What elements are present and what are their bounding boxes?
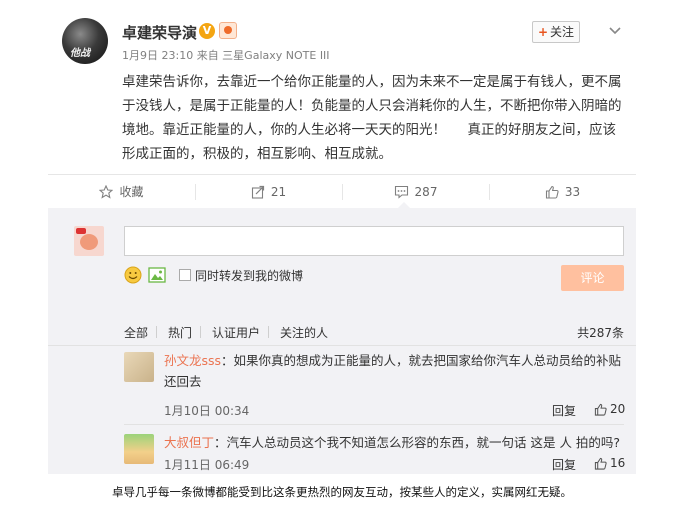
avatar-text: 他战	[70, 48, 90, 59]
chevron-down-icon[interactable]	[608, 24, 622, 38]
commenter-name[interactable]: 孙文龙sss	[164, 353, 221, 368]
commenter-name[interactable]: 大叔但丁	[164, 435, 214, 450]
share-icon	[251, 185, 264, 199]
repost-button[interactable]: 21	[195, 175, 342, 208]
plus-icon: +	[537, 25, 549, 39]
verified-badge-icon[interactable]: V	[199, 23, 215, 39]
author-name[interactable]: 卓建荣导演	[122, 22, 197, 43]
weibo-post-card: 他战 卓建荣导演 V 1月9日 23:10 来自 三星Galaxy NOTE I…	[48, 8, 636, 474]
commenter-avatar[interactable]	[124, 434, 154, 464]
post-text: 卓建荣告诉你，去靠近一个给你正能量的人，因为未来不一定是属于有钱人，更不属于没钱…	[122, 74, 622, 162]
comment-text: 大叔但丁：汽车人总动员这个我不知道怎么形容的东西，就一句话 这是 人 拍的吗?	[164, 432, 624, 453]
repost-checkbox-label: 同时转发到我的微博	[195, 269, 304, 283]
comment-section: 同时转发到我的微博 评论 全部 热门 认证用户 关注的人 共287条 孙文龙ss…	[48, 202, 636, 474]
comment-icon	[394, 185, 408, 199]
thumbs-up-icon	[594, 457, 607, 470]
reply-button[interactable]: 回复	[552, 402, 576, 419]
comment-like-count: 20	[610, 402, 626, 416]
emoji-icon[interactable]	[124, 266, 142, 284]
follow-label: 关注	[550, 25, 575, 39]
comment-body: ：汽车人总动员这个我不知道怎么形容的东西，就一句话 这是 人 拍的吗?	[214, 435, 621, 450]
comment-time: 1月10日 00:34	[164, 404, 250, 418]
comment-button[interactable]: 287	[342, 175, 489, 208]
comment-body: ：如果你真的想成为正能量的人，就去把国家给你汽车人总动员给的补贴还回去	[164, 353, 622, 389]
comment-total: 共287条	[577, 326, 624, 340]
filter-divider	[268, 326, 269, 338]
reply-button[interactable]: 回复	[552, 456, 576, 473]
like-count: 33	[564, 184, 581, 199]
comment-pointer	[398, 202, 410, 208]
comment-divider	[124, 424, 624, 425]
submit-comment-button[interactable]: 评论	[561, 265, 624, 291]
follow-button[interactable]: + 关注	[532, 21, 580, 43]
commenter-avatar[interactable]	[124, 352, 154, 382]
thumbs-up-icon	[545, 185, 559, 199]
image-icon[interactable]	[148, 266, 166, 284]
comment-like-button[interactable]: 16	[594, 456, 625, 470]
like-button[interactable]: 33	[489, 175, 636, 208]
comment-input[interactable]	[124, 226, 624, 256]
comment-time: 1月11日 06:49	[164, 458, 250, 472]
repost-checkbox[interactable]	[179, 269, 191, 281]
thumbs-up-icon	[594, 403, 607, 416]
repost-count: 21	[270, 184, 287, 199]
comment-text: 孙文龙sss：如果你真的想成为正能量的人，就去把国家给你汽车人总动员给的补贴还回…	[164, 350, 624, 392]
comment-like-count: 16	[610, 456, 626, 470]
comment-filter-bar: 全部 热门 认证用户 关注的人 共287条	[48, 320, 636, 346]
post-meta: 1月9日 23:10 来自 三星Galaxy NOTE III	[122, 49, 330, 62]
filter-following[interactable]: 关注的人	[280, 324, 328, 341]
filter-divider	[156, 326, 157, 338]
filter-all[interactable]: 全部	[124, 324, 148, 341]
filter-divider	[200, 326, 201, 338]
favorite-button[interactable]: 收藏	[48, 175, 195, 208]
star-icon	[99, 184, 114, 199]
current-user-avatar[interactable]	[74, 226, 104, 256]
filter-hot[interactable]: 热门	[168, 324, 192, 341]
image-caption: 卓导几乎每一条微博都能受到比这条更热烈的网友互动，按某些人的定义，实属网红无疑。	[112, 485, 572, 499]
favorite-label: 收藏	[119, 185, 144, 199]
filter-verified[interactable]: 认证用户	[212, 324, 260, 341]
action-bar: 收藏 21 287 33	[48, 174, 636, 208]
comment-like-button[interactable]: 20	[594, 402, 625, 416]
member-badge-icon[interactable]	[219, 22, 237, 39]
author-avatar[interactable]: 他战	[62, 18, 108, 64]
comment-count: 287	[414, 184, 438, 199]
